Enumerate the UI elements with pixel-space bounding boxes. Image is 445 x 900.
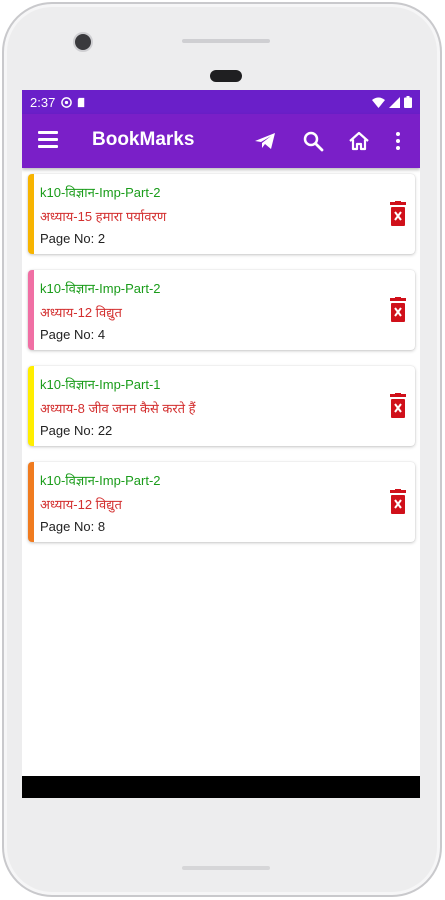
bookmark-color-stripe: [28, 174, 34, 254]
signal-icon: [389, 96, 400, 108]
bookmark-book-title: k10-विज्ञान-Imp-Part-2: [40, 185, 161, 200]
delete-icon[interactable]: [388, 489, 408, 515]
bookmark-page: Page No: 22: [40, 423, 113, 438]
delete-icon[interactable]: [388, 201, 408, 227]
delete-icon[interactable]: [388, 297, 408, 323]
settings-circle-icon: [61, 96, 73, 108]
bookmark-color-stripe: [28, 462, 34, 542]
status-bar: 2:37: [22, 90, 420, 114]
front-camera: [73, 32, 93, 52]
home-icon[interactable]: [348, 130, 370, 152]
bookmark-book-title: k10-विज्ञान-Imp-Part-2: [40, 473, 161, 488]
bookmark-chapter: अध्याय-8 जीव जनन कैसे करते हैं: [40, 401, 196, 416]
earpiece-grille: [182, 39, 270, 43]
bookmark-card[interactable]: k10-विज्ञान-Imp-Part-1 अध्याय-8 जीव जनन …: [28, 366, 415, 446]
bookmark-book-title: k10-विज्ञान-Imp-Part-2: [40, 281, 161, 296]
page-title: BookMarks: [92, 129, 195, 150]
bookmark-chapter: अध्याय-12 विद्युत: [40, 497, 122, 512]
app-screen: 2:37 BookMarks k10-विज्ञान-Imp-Part-2 अध…: [22, 90, 420, 798]
bookmark-page: Page No: 4: [40, 327, 106, 342]
battery-icon: [404, 96, 412, 108]
bookmark-chapter: अध्याय-12 विद्युत: [40, 305, 122, 320]
bookmark-color-stripe: [28, 366, 34, 446]
menu-icon[interactable]: [38, 131, 58, 149]
bookmark-page: Page No: 2: [40, 231, 106, 246]
sd-card-icon: [78, 97, 85, 107]
bottom-grille: [182, 866, 270, 870]
status-time: 2:37: [30, 94, 56, 110]
bookmark-color-stripe: [28, 270, 34, 350]
search-icon[interactable]: [302, 130, 324, 152]
bookmark-card[interactable]: k10-विज्ञान-Imp-Part-2 अध्याय-12 विद्युत…: [28, 462, 415, 542]
more-vert-icon[interactable]: [394, 130, 402, 152]
bookmark-book-title: k10-विज्ञान-Imp-Part-1: [40, 377, 161, 392]
earpiece-speaker: [210, 70, 242, 82]
bookmark-card[interactable]: k10-विज्ञान-Imp-Part-2 अध्याय-12 विद्युत…: [28, 270, 415, 350]
bookmark-chapter: अध्याय-15 हमारा पर्यावरण: [40, 209, 167, 224]
send-icon[interactable]: [254, 131, 276, 151]
app-toolbar: BookMarks: [22, 114, 420, 168]
system-nav-bar: [22, 776, 420, 798]
wifi-icon: [372, 97, 385, 108]
bookmark-card[interactable]: k10-विज्ञान-Imp-Part-2 अध्याय-15 हमारा प…: [28, 174, 415, 254]
bookmark-page: Page No: 8: [40, 519, 106, 534]
delete-icon[interactable]: [388, 393, 408, 419]
